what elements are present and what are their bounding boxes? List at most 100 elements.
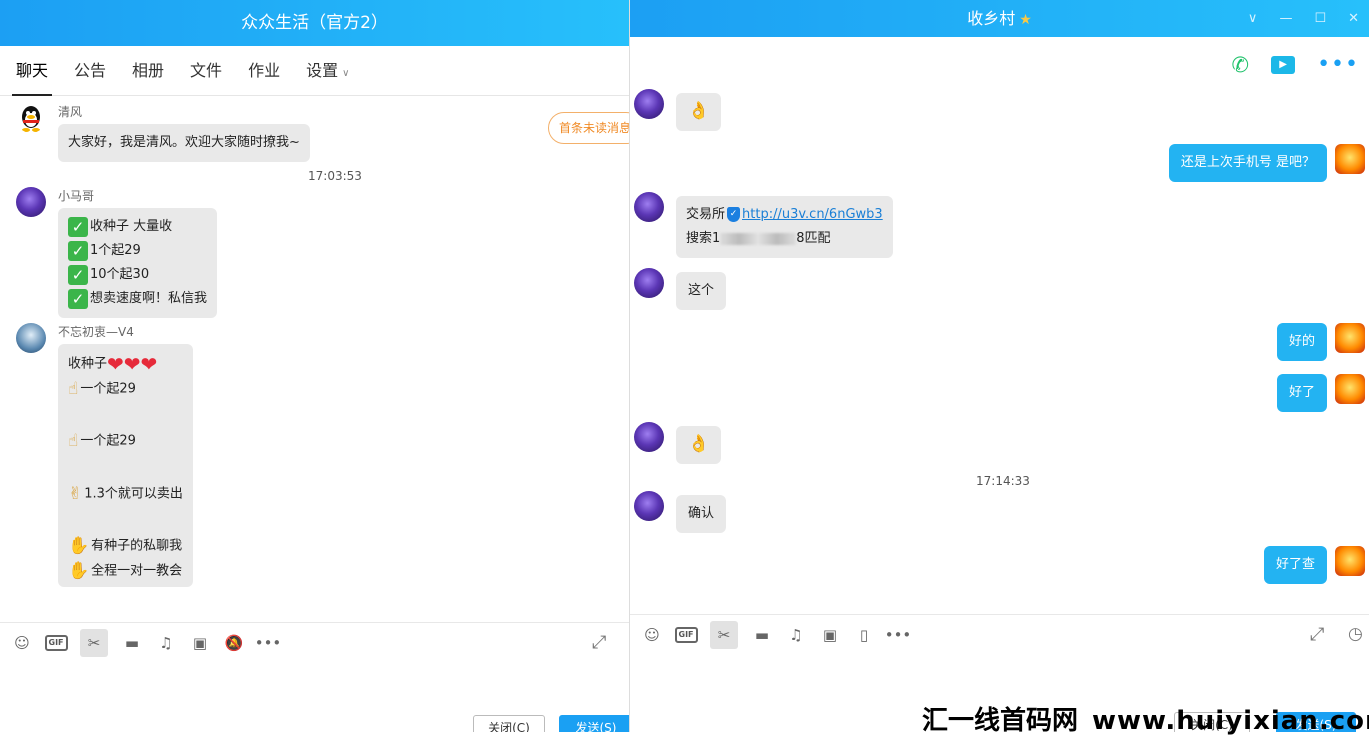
list-item: 小马哥 ✓ 收种子 大量收 ✓ 1个起29 ✓ 10个起30 ✓ 想卖速度啊！私信我: [16, 187, 218, 318]
shield-icon: ✓: [727, 207, 741, 222]
message-text: 好的: [1288, 334, 1315, 349]
gif-icon[interactable]: GIF: [674, 625, 698, 645]
music-icon[interactable]: ♫: [156, 633, 176, 653]
more-icon[interactable]: •••: [885, 625, 912, 645]
left-input-toolbar: ☺ GIF ✂ ▬ ♫ ▣ 🔕 •••: [0, 622, 629, 662]
tab-homework[interactable]: 作业: [248, 46, 280, 96]
list-item: 交易所 ✓ http://u3v.cn/6nGwb3 搜索1 8匹配: [634, 192, 893, 258]
list-item: 清风 大家好，我是清风。欢迎大家随时撩我~: [16, 103, 310, 162]
music-icon[interactable]: ♫: [786, 625, 806, 645]
timestamp: 17:03:53: [308, 169, 362, 183]
avatar[interactable]: [634, 422, 664, 452]
avatar[interactable]: [1335, 144, 1365, 174]
history-icon[interactable]: ◷: [1348, 624, 1363, 644]
avatar[interactable]: [634, 89, 664, 119]
list-item: 确认: [634, 491, 727, 533]
tab-chat[interactable]: 聊天: [11, 46, 53, 96]
scissors-icon[interactable]: ✂: [80, 628, 108, 657]
avatar[interactable]: [634, 268, 664, 298]
check-icon: ✓: [68, 216, 88, 237]
handshake-icon: ✋: [68, 560, 90, 581]
send-button[interactable]: 发送(S): [559, 715, 629, 732]
list-item: 👌: [634, 422, 722, 464]
tab-files[interactable]: 文件: [190, 46, 222, 96]
folder-icon[interactable]: ▬: [752, 625, 772, 645]
message-bubble: 大家好，我是清风。欢迎大家随时撩我~: [58, 124, 310, 162]
list-item: 还是上次手机号 是吧？: [1168, 144, 1365, 182]
minimize-icon[interactable]: —: [1279, 0, 1292, 37]
message-text: 1个起29: [90, 243, 141, 258]
tab-settings[interactable]: 设置 ∨: [306, 46, 349, 96]
avatar[interactable]: [1335, 546, 1365, 576]
gif-icon[interactable]: GIF: [44, 633, 68, 653]
message-text: 还是上次手机号 是吧？: [1180, 155, 1315, 170]
message-text: 8匹配: [796, 231, 831, 246]
avatar[interactable]: [1335, 374, 1365, 404]
message-bubble: 确认: [676, 495, 727, 533]
message-text: 一个起29: [80, 381, 136, 396]
message-bubble: 还是上次手机号 是吧？: [1168, 144, 1327, 182]
expand-icon[interactable]: ⤢: [592, 632, 606, 653]
right-message-list: 👌 还是上次手机号 是吧？ 交易所 ✓ http://u3v.cn/6nGwb3 搜…: [630, 37, 1369, 614]
list-item: 好了查: [1263, 546, 1365, 584]
check-icon: ✓: [68, 264, 88, 285]
image-icon[interactable]: ▣: [190, 633, 210, 653]
message-text: 交易所: [686, 207, 726, 222]
tab-album[interactable]: 相册: [132, 46, 164, 96]
avatar[interactable]: [16, 103, 46, 133]
message-text: 收种子 大量收: [90, 219, 173, 234]
blurred-number: [720, 232, 797, 245]
avatar[interactable]: [634, 491, 664, 521]
scissors-icon[interactable]: ✂: [710, 620, 738, 649]
message-bubble: 👌: [676, 93, 722, 131]
emoji-icon[interactable]: ☺: [642, 625, 662, 645]
avatar[interactable]: [634, 192, 664, 222]
message-link[interactable]: http://u3v.cn/6nGwb3: [742, 207, 883, 222]
message-text: 确认: [688, 506, 715, 521]
mute-icon[interactable]: 🔕: [224, 633, 244, 653]
tab-notice[interactable]: 公告: [74, 46, 106, 96]
message-bubble: 这个: [676, 272, 727, 310]
message-text: 搜索1: [686, 231, 721, 246]
hand-icon: ✌: [68, 483, 83, 504]
image-icon[interactable]: ▣: [820, 625, 840, 645]
heart-icon: ❤❤❤: [107, 352, 158, 376]
site-watermark: 汇一线首码网 www.huiyixian.com: [922, 700, 1369, 737]
sender-name: 小马哥: [58, 189, 95, 203]
chevron-down-icon: ∨: [342, 67, 350, 79]
message-text: 一个起29: [80, 433, 136, 449]
message-text: 收种子: [68, 356, 108, 372]
window-controls: ∨ — ☐ ✕: [1248, 0, 1359, 37]
list-item: 好的: [1276, 323, 1365, 361]
dropdown-icon[interactable]: ∨: [1248, 0, 1258, 37]
avatar[interactable]: [16, 187, 46, 217]
emoji-icon[interactable]: ☺: [12, 633, 32, 653]
avatar[interactable]: [1335, 323, 1365, 353]
message-text: 好了查: [1275, 557, 1315, 572]
message-bubble: 好了: [1276, 374, 1327, 412]
list-item: 不忘初衷—V4 收种子❤❤❤ ☝ 一个起29 ☝ 一个起29 ✌ 1.3个就可以卖出 …: [16, 323, 193, 587]
close-button[interactable]: 关闭(C): [473, 715, 545, 732]
close-icon[interactable]: ✕: [1348, 0, 1359, 37]
ok-hand-icon: 👌: [688, 434, 710, 454]
left-chat-window: 众众生活（官方2） 聊天 公告 相册 文件 作业 设置 ∨ 首条未读消息 清风 大…: [0, 0, 630, 732]
message-text: 有种子的私聊我: [91, 538, 183, 554]
maximize-icon[interactable]: ☐: [1314, 0, 1326, 37]
more-icon[interactable]: •••: [255, 633, 282, 653]
message-bubble: 好了查: [1263, 546, 1327, 584]
right-window-title: 收乡村: [967, 9, 1016, 28]
message-text: 大家好，我是清风。欢迎大家随时撩我~: [68, 135, 300, 150]
message-text: 1.3个就可以卖出: [84, 486, 183, 501]
list-item: 这个: [634, 268, 727, 310]
list-item: 👌: [634, 89, 722, 131]
screen-share-icon[interactable]: ▯: [854, 625, 874, 645]
qq-penguin-icon: [22, 106, 40, 132]
message-bubble: ✓ 收种子 大量收 ✓ 1个起29 ✓ 10个起30 ✓ 想卖速度啊！私信我: [58, 208, 218, 318]
message-text: 好了: [1288, 385, 1315, 400]
hand-icon: ☝: [68, 431, 79, 451]
avatar[interactable]: [16, 323, 46, 353]
message-text: 10个起30: [90, 267, 150, 282]
folder-icon[interactable]: ▬: [122, 633, 142, 653]
left-tab-bar: 聊天 公告 相册 文件 作业 设置 ∨: [0, 46, 629, 96]
expand-icon[interactable]: ⤢: [1310, 624, 1324, 645]
